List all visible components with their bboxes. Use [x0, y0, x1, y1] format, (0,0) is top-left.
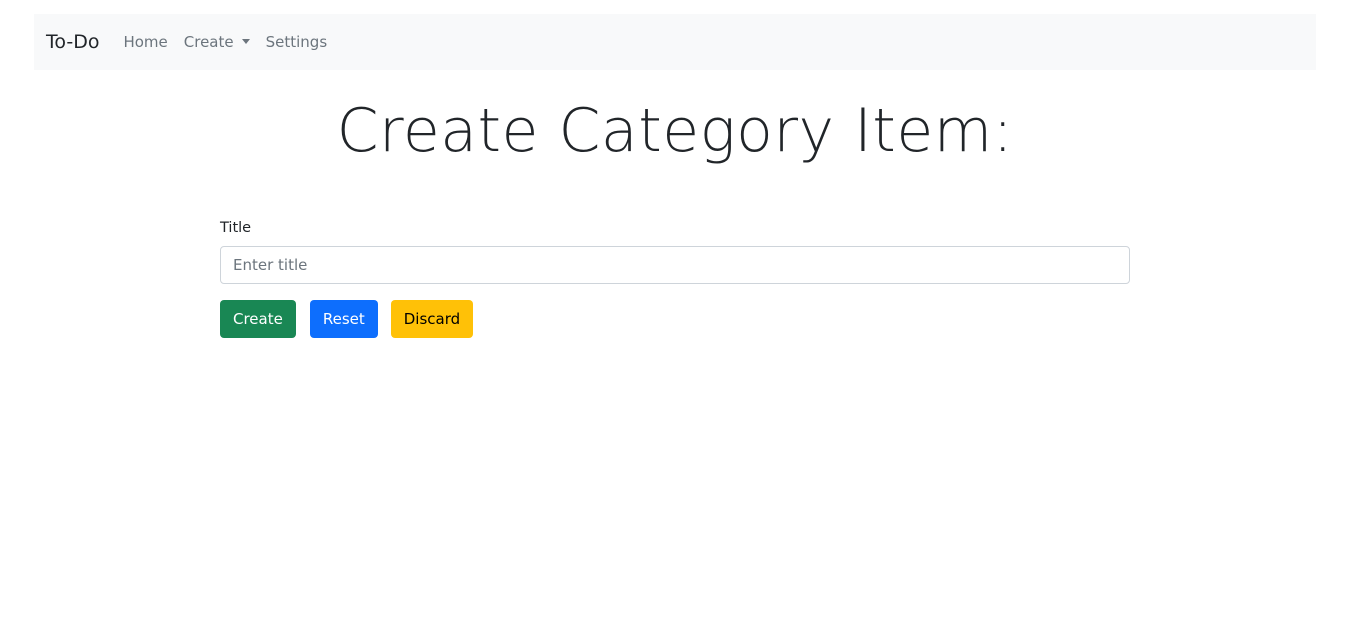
nav-item-create-label: Create — [183, 33, 234, 51]
reset-button[interactable]: Reset — [309, 300, 378, 338]
nav-item-create-dropdown[interactable]: Create — [184, 33, 250, 51]
nav-item-settings[interactable]: Settings — [266, 33, 328, 51]
create-category-form: Title Create Reset Discard — [220, 220, 1130, 338]
page-title: Create Category Item: — [336, 96, 1014, 166]
nav-item-settings-label: Settings — [265, 33, 328, 51]
form-buttons: Create Reset Discard — [220, 300, 1130, 338]
discard-button[interactable]: Discard — [390, 300, 474, 338]
nav-item-home-label: Home — [123, 33, 168, 51]
nav-item-home[interactable]: Home — [123, 33, 167, 51]
create-button[interactable]: Create — [220, 300, 296, 338]
title-field-label: Title — [220, 220, 252, 236]
navbar-brand[interactable]: To-Do — [46, 31, 99, 53]
top-navbar: To-Do Home Create Settings — [34, 14, 1316, 70]
title-input[interactable] — [220, 246, 1130, 284]
caret-down-icon — [241, 38, 250, 44]
